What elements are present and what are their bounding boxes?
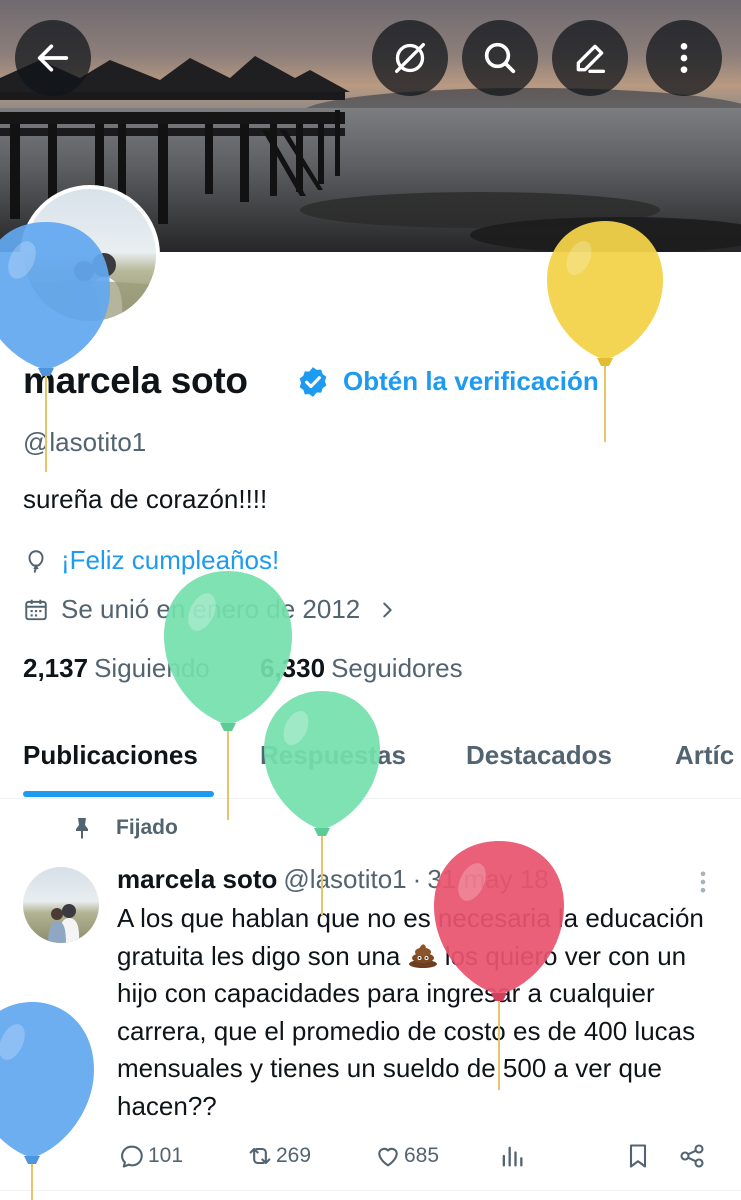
calendar-icon (25, 599, 47, 620)
profile-bio: sureña de corazón!!!! (23, 484, 268, 514)
tab-articles[interactable]: Artíc (675, 740, 734, 771)
followers-link[interactable]: 6,330 Seguidores (260, 653, 463, 684)
tab-replies[interactable]: Respuestas (260, 740, 406, 771)
following-link[interactable]: 2,137 Siguiendo (23, 653, 210, 684)
post-dot-separator: · (412, 864, 422, 894)
chevron-right-icon (383, 602, 392, 617)
tab-highlights[interactable]: Destacados (466, 740, 612, 771)
mute-icon (395, 43, 425, 74)
profile-name: marcela soto (23, 360, 248, 401)
search-icon (484, 42, 516, 74)
profile-avatar[interactable] (20, 185, 160, 325)
back-button[interactable] (15, 20, 91, 96)
joined-row[interactable]: Se unió en enero de 2012 (23, 594, 410, 625)
profile-handle: @lasotito1 (23, 427, 147, 457)
like-button[interactable]: 685 (374, 1142, 439, 1170)
balloon-yellow (547, 221, 663, 442)
following-count: 2,137 (23, 653, 89, 683)
share-button[interactable] (678, 1142, 708, 1170)
balloon-icon (28, 549, 44, 573)
mute-button[interactable] (372, 20, 448, 96)
edit-profile-button[interactable] (552, 20, 628, 96)
repost-button[interactable]: 269 (246, 1142, 311, 1170)
post-actions: 101 269 685 (0, 1138, 741, 1178)
more-vertical-icon (680, 43, 688, 73)
birthday-text[interactable]: ¡Feliz cumpleaños! (61, 545, 279, 576)
like-count: 685 (404, 1144, 440, 1167)
followers-label: Seguidores (331, 653, 463, 683)
reply-icon (121, 1145, 143, 1168)
birthday-row: ¡Feliz cumpleaños! (23, 545, 279, 576)
bookmark-icon (629, 1144, 647, 1168)
post-author-name[interactable]: marcela soto (117, 864, 277, 894)
pin-icon (76, 818, 88, 839)
post-author-avatar[interactable] (23, 867, 99, 943)
pinned-indicator: Fijado (70, 816, 178, 840)
avatar-photo (24, 253, 156, 321)
share-icon (680, 1144, 704, 1168)
repost-count: 269 (276, 1144, 312, 1167)
active-tab-indicator (23, 791, 214, 797)
edit-icon (576, 44, 605, 74)
post-author-handle[interactable]: @lasotito1 (283, 864, 406, 894)
analytics-icon (502, 1146, 523, 1167)
joined-text: Se unió en enero de 2012 (61, 594, 361, 624)
post-body: A los que hablan que no es necesaria la … (117, 900, 717, 1125)
post-header: marcela soto @lasotito1 · 31 may 18 (117, 864, 549, 895)
post-divider (0, 1190, 741, 1191)
search-button[interactable] (462, 20, 538, 96)
views-button[interactable] (498, 1142, 528, 1170)
post-more-icon[interactable] (692, 868, 714, 896)
post-avatar-photo (48, 904, 80, 943)
following-label: Siguiendo (94, 653, 210, 683)
profile-tabs: Publicaciones Respuestas Destacados Artí… (0, 723, 741, 799)
verified-badge-icon[interactable] (296, 365, 330, 399)
get-verified-link[interactable]: Obtén la verificación (343, 366, 599, 397)
bookmark-button[interactable] (624, 1142, 654, 1170)
tab-posts[interactable]: Publicaciones (23, 740, 198, 771)
arrow-left-icon (37, 44, 69, 72)
pile-of-poo-emoji-icon (408, 943, 437, 968)
reply-button[interactable]: 101 (118, 1142, 183, 1170)
heart-icon (378, 1147, 398, 1167)
post-date[interactable]: 31 may 18 (427, 864, 548, 894)
reply-count: 101 (148, 1144, 184, 1167)
pinned-label: Fijado (116, 816, 178, 839)
repost-icon (249, 1147, 271, 1165)
more-options-button[interactable] (646, 20, 722, 96)
followers-count: 6,330 (260, 653, 326, 683)
